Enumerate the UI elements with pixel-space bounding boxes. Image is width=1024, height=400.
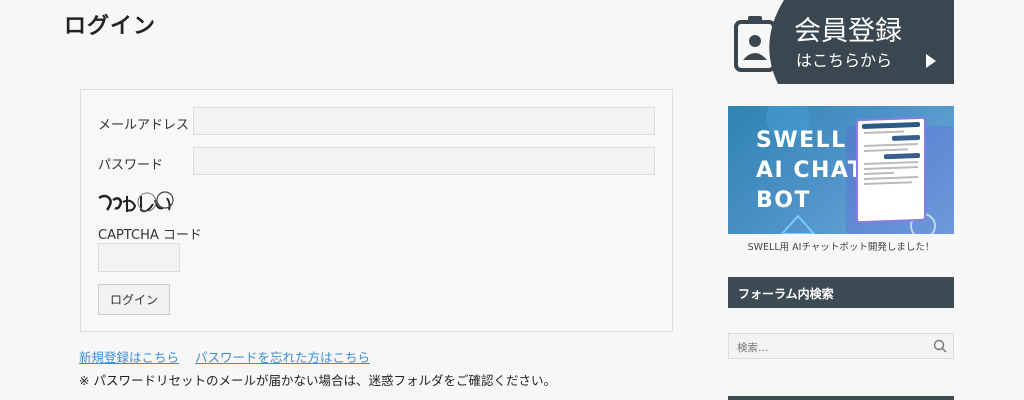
captcha-image (98, 191, 174, 213)
forum-search-heading: フォーラム内検索 (728, 277, 954, 308)
forum-search-input[interactable]: 検索… (728, 333, 954, 359)
email-field[interactable] (193, 107, 655, 135)
email-label: メールアドレス (98, 118, 190, 133)
signup-banner[interactable]: 会員登録 はこちらから (728, 0, 954, 84)
password-label: パスワード (98, 158, 164, 173)
signup-title: 会員登録 (794, 16, 902, 47)
ai-chatbot-banner[interactable]: SWELL AI CHAT BOT (728, 106, 954, 234)
login-form: メールアドレス パスワード CAPTCHA コード ログイン (80, 89, 673, 332)
forgot-password-link[interactable]: パスワードを忘れた方はこちら (195, 350, 370, 365)
captcha-label: CAPTCHA コード (98, 228, 202, 243)
password-field[interactable] (193, 147, 655, 175)
ai-banner-caption: SWELL用 AIチャットボット開発しました！ (747, 242, 935, 253)
account-links: 新規登録はこちら パスワードを忘れた方はこちら (79, 347, 382, 366)
ai-banner-text: SWELL AI CHAT BOT (756, 126, 864, 216)
ai-banner-line1: SWELL (756, 128, 847, 153)
register-link[interactable]: 新規登録はこちら (79, 350, 179, 365)
password-reset-note: ※ パスワードリセットのメールが届かない場合は、迷惑フォルダをご確認ください。 (79, 373, 556, 388)
search-icon[interactable] (933, 339, 947, 353)
next-widget-heading (728, 396, 954, 400)
chat-mockup (856, 116, 926, 224)
search-placeholder: 検索… (737, 342, 769, 354)
login-button[interactable]: ログイン (98, 284, 170, 315)
captcha-field[interactable] (98, 243, 180, 272)
ai-banner-line3: BOT (756, 188, 811, 213)
ai-banner-line2: AI CHAT (756, 158, 865, 183)
page-title: ログイン (64, 14, 157, 39)
signup-subtitle: はこちらから (796, 51, 892, 70)
